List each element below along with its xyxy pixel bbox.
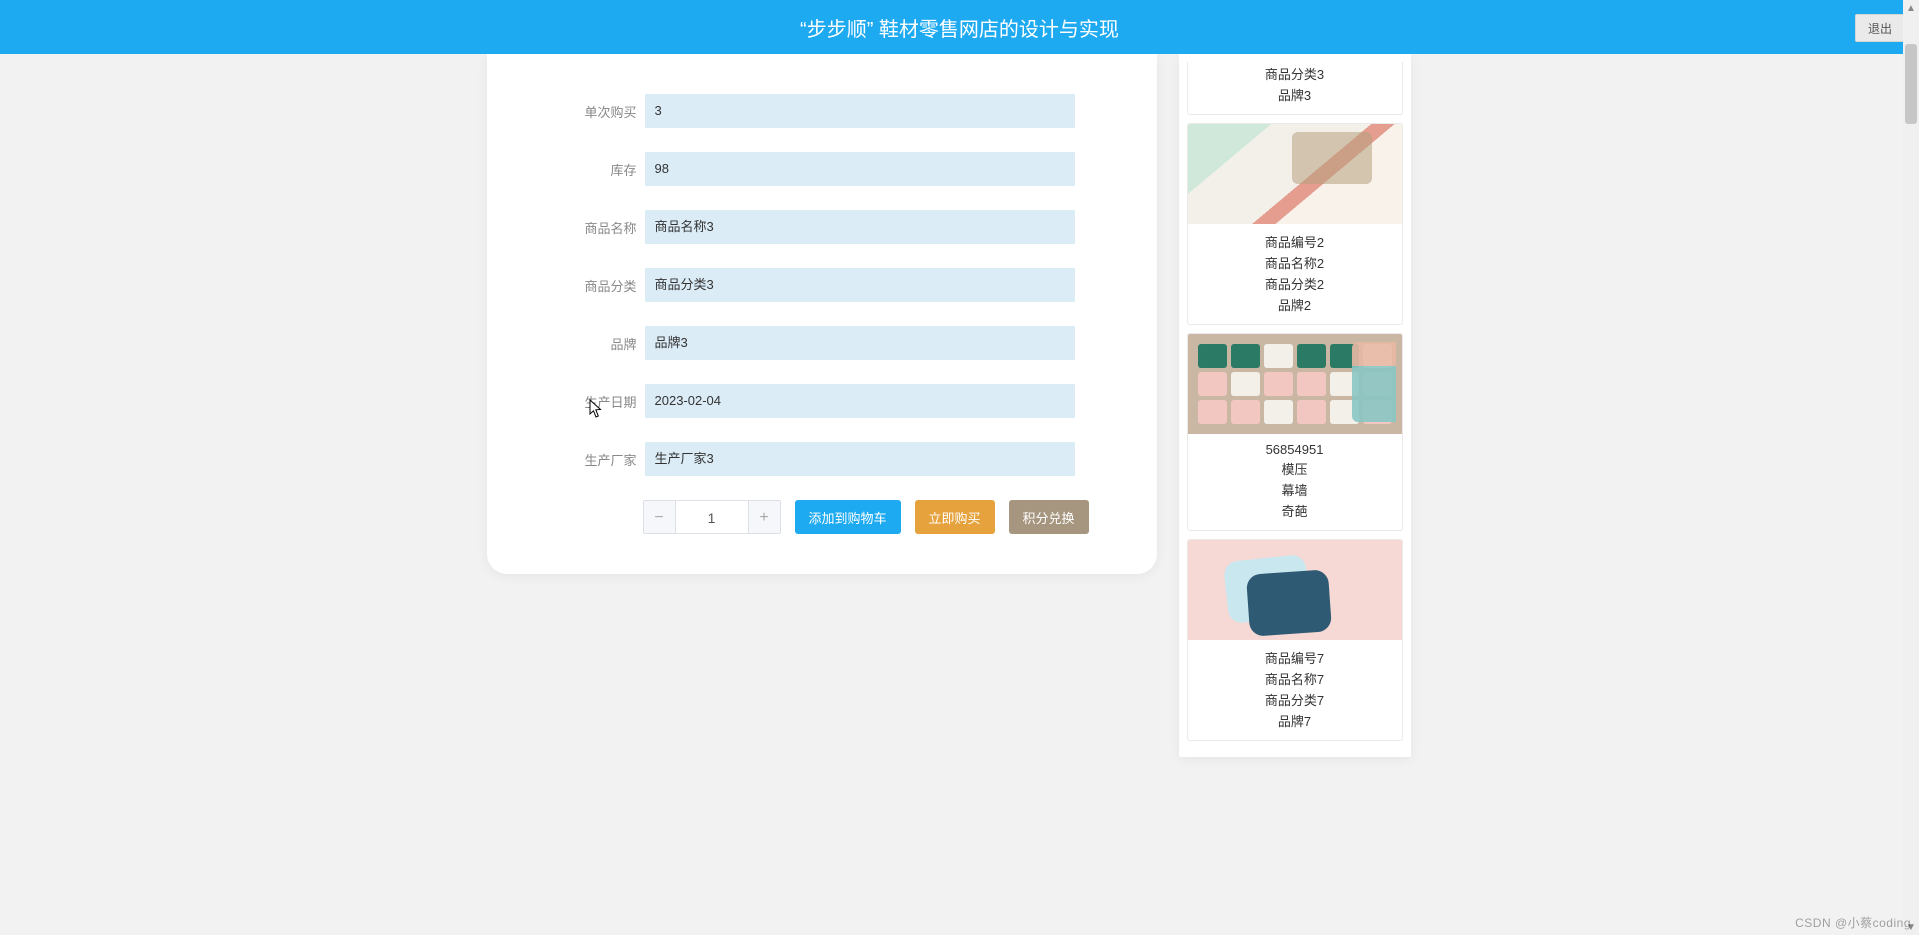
- recommend-card-line: 商品分类7: [1192, 690, 1398, 709]
- recommend-card-line: 商品编号7: [1192, 648, 1398, 667]
- buy-now-button[interactable]: 立即购买: [915, 500, 995, 534]
- add-to-cart-button[interactable]: 添加到购物车: [795, 500, 901, 534]
- form-value: 品牌3: [645, 326, 1075, 360]
- vertical-scrollbar[interactable]: ▲ ▼: [1903, 0, 1919, 935]
- form-row: 商品分类商品分类3: [487, 268, 1157, 302]
- recommend-card-line: 品牌3: [1192, 85, 1398, 104]
- form-label: 库存: [487, 160, 645, 179]
- recommend-card-line: 商品分类3: [1192, 64, 1398, 83]
- form-row: 生产厂家生产厂家3: [487, 442, 1157, 476]
- form-row: 商品名称商品名称3: [487, 210, 1157, 244]
- recommend-card-line: 模压: [1192, 459, 1398, 478]
- recommend-card[interactable]: 商品分类3 品牌3: [1187, 62, 1403, 115]
- form-value: 商品名称3: [645, 210, 1075, 244]
- recommend-card-line: 品牌7: [1192, 711, 1398, 730]
- recommend-card-image: [1188, 334, 1402, 434]
- form-value: 2023-02-04: [645, 384, 1075, 418]
- recommend-card-line: 品牌2: [1192, 295, 1398, 314]
- product-detail-card: 单次购买3 库存98 商品名称商品名称3 商品分类商品分类3 品牌品牌3 生产日期2023…: [487, 54, 1157, 574]
- points-redeem-button[interactable]: 积分兑换: [1009, 500, 1089, 534]
- form-row: 生产日期2023-02-04: [487, 384, 1157, 418]
- recommend-card-lines: 商品编号7 商品名称7 商品分类7 品牌7: [1188, 640, 1402, 740]
- form-row: 单次购买3: [487, 94, 1157, 128]
- recommend-card-line: 商品名称2: [1192, 253, 1398, 272]
- qty-input[interactable]: [676, 501, 748, 534]
- form-value: 生产厂家3: [645, 442, 1075, 476]
- logout-button[interactable]: 退出: [1855, 14, 1905, 42]
- watermark: CSDN @小蔡coding: [1795, 914, 1911, 931]
- recommend-card-lines: 商品编号2 商品名称2 商品分类2 品牌2: [1188, 224, 1402, 324]
- form-row: 品牌品牌3: [487, 326, 1157, 360]
- scrollbar-up-icon[interactable]: ▲: [1903, 0, 1919, 16]
- form-label: 品牌: [487, 334, 645, 353]
- top-bar: “步步顺” 鞋材零售网店的设计与实现 退出: [0, 0, 1919, 54]
- page-body: 单次购买3库存98商品名称商品名称3商品分类商品分类3品牌品牌3生产日期2023…: [0, 54, 1919, 935]
- form-label: 商品名称: [487, 218, 645, 237]
- form-label: 生产日期: [487, 392, 645, 411]
- form-row: 库存98: [487, 152, 1157, 186]
- qty-increase-button[interactable]: +: [748, 501, 780, 534]
- scrollbar-thumb[interactable]: [1905, 44, 1917, 124]
- recommend-card-line: 56854951: [1192, 442, 1398, 457]
- form-value: 商品分类3: [645, 268, 1075, 302]
- recommend-card-image: [1188, 124, 1402, 224]
- recommend-sidebar: 商品分类3 品牌3 商品编号2 商品名称2 商品分类2 品牌2 56854951 模压幕墙奇葩…: [1179, 54, 1411, 757]
- recommend-card[interactable]: 商品编号2 商品名称2 商品分类2 品牌2: [1187, 123, 1403, 325]
- action-row: − + 添加到购物车 立即购买 积分兑换: [487, 500, 1157, 534]
- recommend-card-line: 商品分类2: [1192, 274, 1398, 293]
- recommend-card-line: 奇葩: [1192, 501, 1398, 520]
- recommend-card-line: 幕墙: [1192, 480, 1398, 499]
- recommend-card-line: 商品编号2: [1192, 232, 1398, 251]
- qty-decrease-button[interactable]: −: [644, 501, 676, 534]
- page-title: “步步顺” 鞋材零售网店的设计与实现: [800, 13, 1119, 42]
- form-value: 98: [645, 152, 1075, 186]
- form-label: 单次购买: [487, 102, 645, 121]
- recommend-card-lines: 商品分类3 品牌3: [1188, 64, 1402, 114]
- form-value: 3: [645, 94, 1075, 128]
- recommend-card[interactable]: 商品编号7 商品名称7 商品分类7 品牌7: [1187, 539, 1403, 741]
- recommend-card-image: [1188, 540, 1402, 640]
- quantity-stepper[interactable]: − +: [643, 500, 781, 534]
- recommend-card-line: 商品名称7: [1192, 669, 1398, 688]
- recommend-card[interactable]: 56854951 模压幕墙奇葩: [1187, 333, 1403, 531]
- form-label: 生产厂家: [487, 450, 645, 469]
- form-label: 商品分类: [487, 276, 645, 295]
- recommend-card-lines: 56854951 模压幕墙奇葩: [1188, 434, 1402, 530]
